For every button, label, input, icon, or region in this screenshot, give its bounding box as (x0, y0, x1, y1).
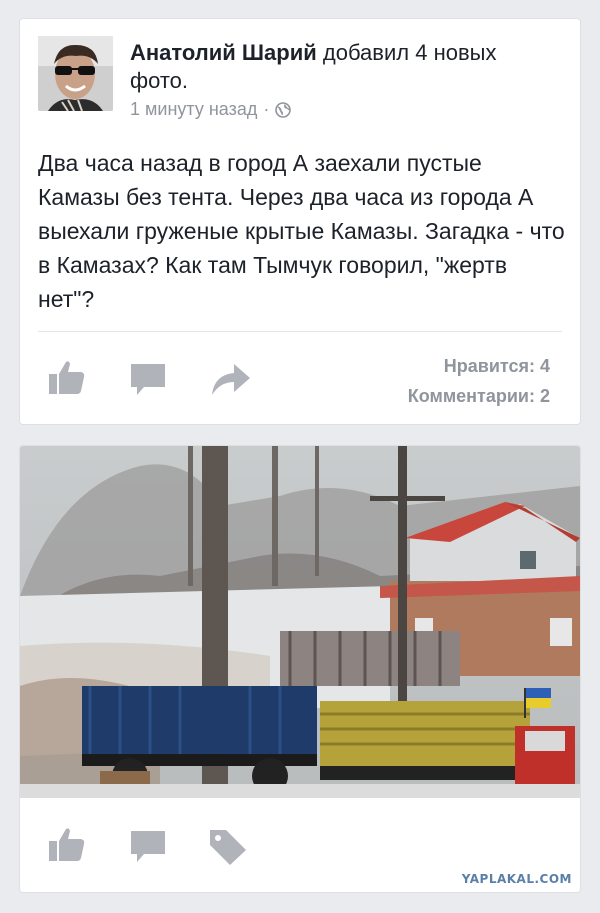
author-name[interactable]: Анатолий Шарий (130, 40, 317, 65)
author-avatar[interactable] (38, 36, 113, 111)
watermark: YAPLAKAL.COM (461, 872, 572, 886)
post-text: Два часа назад в город А заехали пустые … (38, 150, 565, 312)
post-time[interactable]: 1 минуту назад (130, 99, 257, 120)
post-photo[interactable] (20, 446, 580, 798)
post-card: Анатолий Шарий добавил 4 новых фото. 1 м… (19, 18, 581, 425)
post-meta: 1 минуту назад · (130, 99, 292, 120)
globe-icon[interactable] (275, 101, 292, 118)
like-icon[interactable] (48, 826, 86, 867)
post-header: Анатолий Шарий добавил 4 новых фото. (130, 39, 550, 95)
like-icon[interactable] (48, 359, 86, 400)
comments-count[interactable]: Комментарии: 2 (408, 381, 550, 411)
divider (38, 331, 562, 332)
photo-card: YAPLAKAL.COM (19, 445, 581, 893)
likes-count[interactable]: Нравится: 4 (408, 351, 550, 381)
comment-icon[interactable] (130, 363, 166, 402)
post-stats: Нравится: 4 Комментарии: 2 (408, 351, 550, 411)
share-icon[interactable] (210, 361, 252, 402)
meta-separator: · (263, 99, 270, 119)
comment-icon[interactable] (130, 830, 166, 869)
tag-icon[interactable] (208, 828, 248, 871)
